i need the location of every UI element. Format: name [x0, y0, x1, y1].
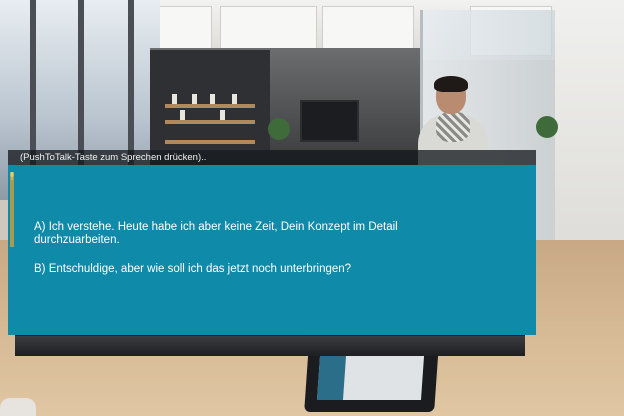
answer-option-b[interactable]: B) Entschuldige, aber wie soll ich das j… — [34, 263, 454, 276]
book — [220, 110, 225, 120]
avatar-hair — [434, 76, 468, 92]
book — [232, 94, 237, 104]
answer-option-a[interactable]: A) Ich verstehe. Heute habe ich aber kei… — [34, 221, 454, 247]
right-wall — [555, 0, 624, 270]
book — [180, 110, 185, 120]
plant — [268, 118, 290, 140]
avatar-scarf — [436, 112, 470, 142]
plant — [536, 116, 558, 138]
hud-header: (PushToTalk-Taste zum Sprechen drücken).… — [8, 150, 536, 165]
tv-screen — [300, 100, 359, 142]
book — [192, 94, 197, 104]
shelf — [165, 140, 255, 144]
book — [172, 94, 177, 104]
mic-level-bar — [10, 172, 14, 247]
dialogue-panel — [8, 165, 536, 335]
microphone-level-icon — [10, 172, 14, 180]
push-to-talk-hint: (PushToTalk-Taste zum Sprechen drücken).… — [20, 152, 207, 163]
shelf — [165, 120, 255, 124]
book — [210, 94, 215, 104]
shelf — [165, 104, 255, 108]
floor-object — [0, 398, 36, 416]
panel-bottom-bar — [15, 336, 525, 356]
